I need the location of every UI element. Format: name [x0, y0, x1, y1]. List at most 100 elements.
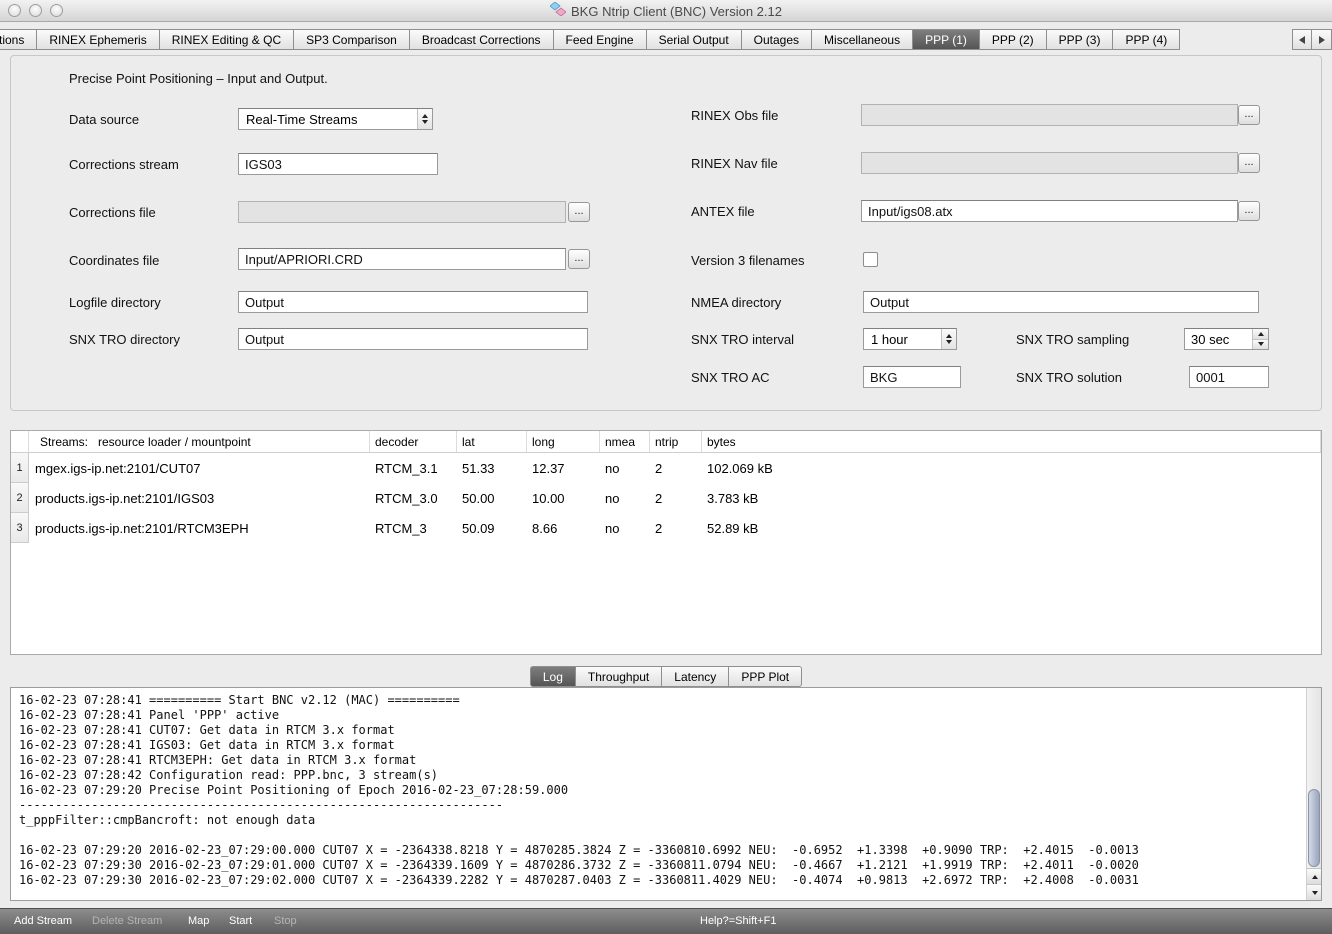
nmea-directory-input[interactable]: [863, 291, 1259, 313]
tab-throughput[interactable]: Throughput: [576, 666, 662, 687]
tab-options-partial[interactable]: tions: [0, 29, 37, 50]
data-source-value: Real-Time Streams: [239, 112, 417, 127]
logfile-directory-label: Logfile directory: [69, 295, 161, 310]
snx-tro-ac-input[interactable]: [863, 366, 961, 388]
snx-tro-sampling-value: 30 sec: [1185, 329, 1252, 349]
cell-long: 10.00: [527, 483, 600, 513]
tab-rinex-ephemeris[interactable]: RINEX Ephemeris: [37, 29, 159, 50]
snx-tro-directory-label: SNX TRO directory: [69, 332, 180, 347]
corrections-stream-input[interactable]: [238, 153, 438, 175]
log-area: 16-02-23 07:28:41 ========== Start BNC v…: [10, 687, 1322, 901]
tab-feed-engine[interactable]: Feed Engine: [554, 29, 647, 50]
rinex-nav-file-label: RINEX Nav file: [691, 156, 778, 171]
tab-ppp-4[interactable]: PPP (4): [1113, 29, 1180, 50]
cell-ntrip: 2: [650, 483, 702, 513]
nmea-directory-label: NMEA directory: [691, 295, 781, 310]
tab-outages[interactable]: Outages: [742, 29, 812, 50]
tab-ppp-2[interactable]: PPP (2): [980, 29, 1047, 50]
rinex-obs-browse-button[interactable]: ...: [1238, 105, 1260, 125]
log-line: 16-02-23 07:29:30 2016-02-23_07:29:02.00…: [19, 873, 1305, 888]
cell-bytes: 52.89 kB: [702, 513, 1321, 543]
log-line: 16-02-23 07:28:42 Configuration read: PP…: [19, 768, 1305, 783]
tab-ppp-plot[interactable]: PPP Plot: [729, 666, 802, 687]
row-number: 2: [11, 483, 29, 513]
version3-filenames-checkbox[interactable]: [863, 252, 878, 267]
cell-bytes: 102.069 kB: [702, 453, 1321, 483]
app-icon: [550, 2, 566, 21]
map-button[interactable]: Map: [188, 915, 209, 927]
cell-decoder: RTCM_3.1: [370, 453, 457, 483]
header-long[interactable]: long: [527, 431, 600, 452]
tab-broadcast-corrections[interactable]: Broadcast Corrections: [410, 29, 554, 50]
table-row[interactable]: 1 mgex.igs-ip.net:2101/CUT07 RTCM_3.1 51…: [11, 453, 1321, 483]
snx-tro-interval-select[interactable]: 1 hour: [863, 328, 957, 350]
combo-arrows-icon: [941, 329, 956, 349]
header-bytes[interactable]: bytes: [702, 431, 1321, 452]
log-scrollbar[interactable]: [1306, 688, 1321, 900]
coordinates-file-browse-button[interactable]: ...: [568, 249, 590, 269]
tab-latency[interactable]: Latency: [662, 666, 729, 687]
header-lat[interactable]: lat: [457, 431, 527, 452]
spinner-down-icon[interactable]: [1253, 340, 1268, 350]
header-ntrip[interactable]: ntrip: [650, 431, 702, 452]
snx-tro-sampling-spinner[interactable]: 30 sec: [1184, 328, 1269, 350]
tab-serial-output[interactable]: Serial Output: [647, 29, 742, 50]
cell-ntrip: 2: [650, 513, 702, 543]
tab-rinex-editing-qc[interactable]: RINEX Editing & QC: [160, 29, 294, 50]
scroll-up-icon[interactable]: [1307, 868, 1322, 884]
cell-lat: 50.09: [457, 513, 527, 543]
tab-miscellaneous[interactable]: Miscellaneous: [812, 29, 913, 50]
zoom-window-icon[interactable]: [50, 4, 63, 17]
window-title: BKG Ntrip Client (BNC) Version 2.12: [571, 4, 782, 19]
cell-nmea: no: [600, 453, 650, 483]
add-stream-button[interactable]: Add Stream: [14, 915, 72, 927]
snx-tro-solution-label: SNX TRO solution: [1016, 370, 1122, 385]
streams-table-header: Streams: resource loader / mountpoint de…: [11, 431, 1321, 453]
corrections-file-label: Corrections file: [69, 205, 156, 220]
header-nmea[interactable]: nmea: [600, 431, 650, 452]
log-line: 16-02-23 07:28:41 CUT07: Get data in RTC…: [19, 723, 1305, 738]
table-row[interactable]: 2 products.igs-ip.net:2101/IGS03 RTCM_3.…: [11, 483, 1321, 513]
start-button[interactable]: Start: [229, 915, 252, 927]
corrections-stream-label: Corrections stream: [69, 157, 179, 172]
cell-mountpoint: products.igs-ip.net:2101/IGS03: [29, 483, 370, 513]
status-bar: Add Stream Delete Stream Map Start Stop …: [0, 908, 1332, 934]
traffic-lights: [8, 4, 63, 17]
minimize-window-icon[interactable]: [29, 4, 42, 17]
header-decoder[interactable]: decoder: [370, 431, 457, 452]
delete-stream-button[interactable]: Delete Stream: [92, 915, 162, 927]
tab-scroll-left-icon[interactable]: [1292, 29, 1312, 50]
cell-decoder: RTCM_3.0: [370, 483, 457, 513]
tab-sp3-comparison[interactable]: SP3 Comparison: [294, 29, 410, 50]
ppp-panel: Precise Point Positioning – Input and Ou…: [10, 55, 1322, 411]
table-row[interactable]: 3 products.igs-ip.net:2101/RTCM3EPH RTCM…: [11, 513, 1321, 543]
logfile-directory-input[interactable]: [238, 291, 588, 313]
stop-button[interactable]: Stop: [274, 915, 297, 927]
scroll-down-icon[interactable]: [1307, 884, 1322, 900]
snx-tro-interval-value: 1 hour: [864, 332, 941, 347]
version3-filenames-label: Version 3 filenames: [691, 253, 804, 268]
data-source-select[interactable]: Real-Time Streams: [238, 108, 433, 130]
corrections-file-browse-button[interactable]: ...: [568, 202, 590, 222]
snx-tro-directory-input[interactable]: [238, 328, 588, 350]
tab-log[interactable]: Log: [530, 666, 576, 687]
close-window-icon[interactable]: [8, 4, 21, 17]
tab-ppp-1[interactable]: PPP (1): [913, 29, 980, 50]
cell-lat: 51.33: [457, 453, 527, 483]
antex-browse-button[interactable]: ...: [1238, 201, 1260, 221]
rinex-nav-browse-button[interactable]: ...: [1238, 153, 1260, 173]
cell-nmea: no: [600, 483, 650, 513]
header-mountpoint[interactable]: Streams: resource loader / mountpoint: [29, 431, 370, 452]
combo-arrows-icon: [417, 109, 432, 129]
tab-scroll-right-icon[interactable]: [1312, 29, 1332, 50]
tab-ppp-3[interactable]: PPP (3): [1047, 29, 1114, 50]
snx-tro-solution-input[interactable]: [1189, 366, 1269, 388]
spinner-up-icon[interactable]: [1253, 329, 1268, 340]
log-line: 16-02-23 07:29:20 2016-02-23_07:29:00.00…: [19, 843, 1305, 858]
log-output[interactable]: 16-02-23 07:28:41 ========== Start BNC v…: [11, 688, 1305, 900]
scrollbar-thumb[interactable]: [1308, 789, 1320, 867]
coordinates-file-label: Coordinates file: [69, 253, 159, 268]
antex-file-input[interactable]: [861, 200, 1238, 222]
coordinates-file-input[interactable]: [238, 248, 566, 270]
help-hint: Help?=Shift+F1: [700, 915, 776, 927]
